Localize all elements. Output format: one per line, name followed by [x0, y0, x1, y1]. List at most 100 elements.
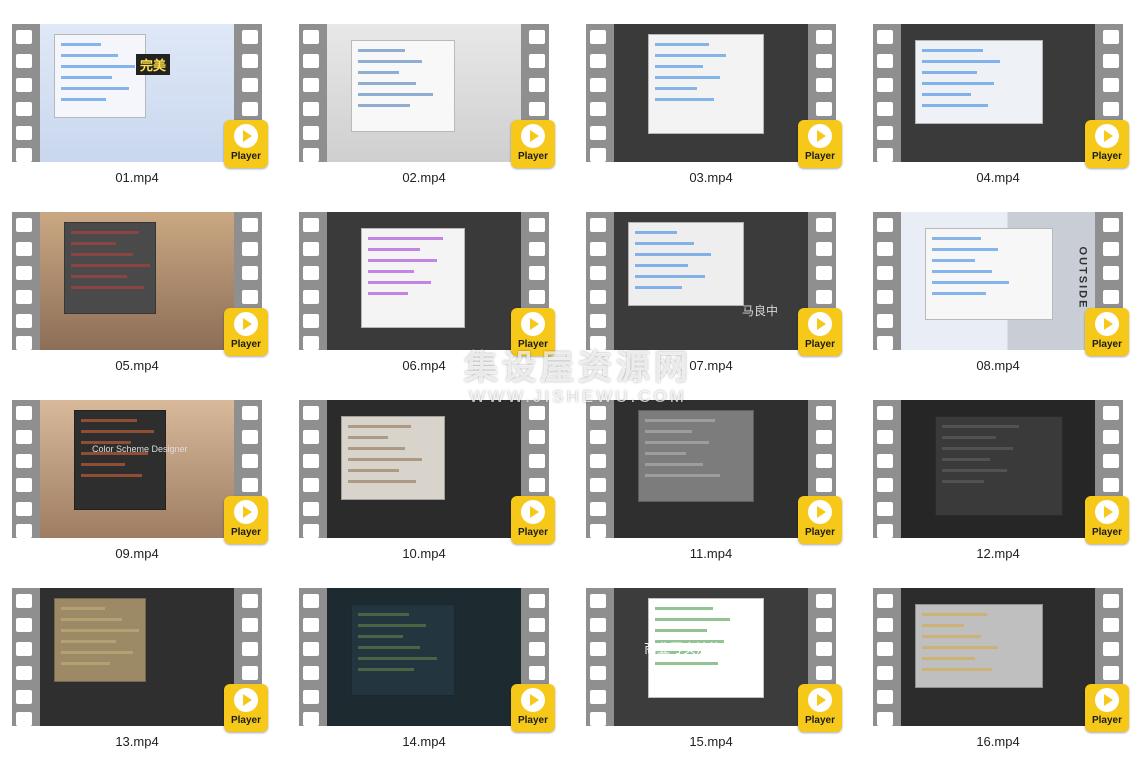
video-preview[interactable]: [901, 588, 1095, 726]
video-filename[interactable]: 13.mp4: [12, 734, 262, 749]
sprocket-hole: [303, 642, 319, 656]
video-filename[interactable]: 04.mp4: [873, 170, 1123, 185]
video-filename[interactable]: 03.mp4: [586, 170, 836, 185]
video-tile[interactable]: Player 12.mp4: [873, 400, 1129, 570]
preview-text-line: [932, 259, 975, 262]
play-button[interactable]: Player: [1085, 120, 1129, 168]
video-preview[interactable]: [40, 588, 234, 726]
play-button[interactable]: Player: [1085, 308, 1129, 356]
video-filename[interactable]: 06.mp4: [299, 358, 549, 373]
video-preview[interactable]: OUTSIDE: [901, 212, 1095, 350]
sprocket-hole: [590, 78, 606, 92]
video-preview[interactable]: [327, 588, 521, 726]
play-button[interactable]: Player: [224, 496, 268, 544]
preview-text-line: [358, 613, 409, 616]
video-preview[interactable]: [327, 400, 521, 538]
video-tile[interactable]: Player 14.mp4: [299, 588, 555, 758]
video-filename[interactable]: 11.mp4: [586, 546, 836, 561]
sprocket-hole: [1103, 406, 1119, 420]
preview-text-line: [61, 629, 139, 632]
play-button[interactable]: Player: [511, 308, 555, 356]
video-filename[interactable]: 02.mp4: [299, 170, 549, 185]
video-preview[interactable]: [614, 400, 808, 538]
video-tile[interactable]: 马良中 Player 07.mp4: [586, 212, 842, 382]
video-filename[interactable]: 16.mp4: [873, 734, 1123, 749]
play-button[interactable]: Player: [1085, 684, 1129, 732]
video-filename[interactable]: 12.mp4: [873, 546, 1123, 561]
player-label: Player: [804, 527, 836, 538]
video-tile[interactable]: Player 06.mp4: [299, 212, 555, 382]
video-preview[interactable]: [40, 212, 234, 350]
video-preview[interactable]: Color Scheme Designer: [40, 400, 234, 538]
preview-text-line: [635, 253, 711, 256]
play-button[interactable]: Player: [798, 496, 842, 544]
sprocket-holes-left: [12, 588, 36, 726]
filmstrip-frame: Player: [586, 400, 842, 544]
preview-overlay-text: 马良中: [742, 304, 779, 318]
video-tile[interactable]: Player 02.mp4: [299, 24, 555, 194]
video-preview[interactable]: [327, 24, 521, 162]
video-preview[interactable]: [327, 212, 521, 350]
sprocket-hole: [529, 478, 545, 492]
video-preview[interactable]: [901, 24, 1095, 162]
preview-text-line: [645, 463, 703, 466]
play-icon: [1104, 318, 1113, 330]
video-filename[interactable]: 10.mp4: [299, 546, 549, 561]
play-button[interactable]: Player: [511, 120, 555, 168]
video-preview[interactable]: 商业写实渲染: [614, 588, 808, 726]
player-label: Player: [804, 151, 836, 162]
video-tile[interactable]: Player 05.mp4: [12, 212, 268, 382]
sprocket-hole: [877, 618, 893, 632]
play-button[interactable]: Player: [224, 684, 268, 732]
video-tile[interactable]: Color Scheme Designer Player 09.mp4: [12, 400, 268, 570]
play-button[interactable]: Player: [798, 308, 842, 356]
video-filename[interactable]: 15.mp4: [586, 734, 836, 749]
preview-text-line: [61, 618, 122, 621]
play-button[interactable]: Player: [1085, 496, 1129, 544]
sprocket-hole: [303, 148, 319, 162]
preview-text-line: [358, 104, 410, 107]
video-tile[interactable]: Player 11.mp4: [586, 400, 842, 570]
sprocket-hole: [303, 290, 319, 304]
sprocket-hole: [303, 712, 319, 726]
play-button[interactable]: Player: [511, 496, 555, 544]
sprocket-hole: [590, 336, 606, 350]
video-filename[interactable]: 07.mp4: [586, 358, 836, 373]
video-filename[interactable]: 09.mp4: [12, 546, 262, 561]
sprocket-hole: [303, 336, 319, 350]
sprocket-hole: [16, 666, 32, 680]
preview-text-line: [368, 281, 431, 284]
play-button[interactable]: Player: [798, 120, 842, 168]
video-tile[interactable]: Player 13.mp4: [12, 588, 268, 758]
play-button[interactable]: Player: [224, 120, 268, 168]
video-tile[interactable]: Player 16.mp4: [873, 588, 1129, 758]
video-tile[interactable]: 商业写实渲染 Player 15.mp4: [586, 588, 842, 758]
video-preview[interactable]: 完美: [40, 24, 234, 162]
preview-text-line: [635, 231, 677, 234]
play-button[interactable]: Player: [224, 308, 268, 356]
video-tile[interactable]: Player 03.mp4: [586, 24, 842, 194]
sprocket-hole: [1103, 642, 1119, 656]
video-filename[interactable]: 05.mp4: [12, 358, 262, 373]
sprocket-hole: [303, 218, 319, 232]
preview-text-line: [635, 264, 688, 267]
preview-text-line: [348, 436, 388, 439]
video-preview[interactable]: 马良中: [614, 212, 808, 350]
sprocket-hole: [529, 430, 545, 444]
video-tile[interactable]: Player 10.mp4: [299, 400, 555, 570]
video-tile[interactable]: OUTSIDE Player 08.mp4: [873, 212, 1129, 382]
play-button[interactable]: Player: [798, 684, 842, 732]
video-tile[interactable]: 完美 Player 01.mp4: [12, 24, 268, 194]
sprocket-hole: [816, 642, 832, 656]
preview-text-line: [922, 635, 981, 638]
video-preview[interactable]: [901, 400, 1095, 538]
preview-text-line: [922, 646, 998, 649]
preview-text-line: [655, 76, 720, 79]
video-filename[interactable]: 14.mp4: [299, 734, 549, 749]
play-button[interactable]: Player: [511, 684, 555, 732]
video-filename[interactable]: 01.mp4: [12, 170, 262, 185]
video-filename[interactable]: 08.mp4: [873, 358, 1123, 373]
sprocket-hole: [242, 290, 258, 304]
video-tile[interactable]: Player 04.mp4: [873, 24, 1129, 194]
video-preview[interactable]: [614, 24, 808, 162]
